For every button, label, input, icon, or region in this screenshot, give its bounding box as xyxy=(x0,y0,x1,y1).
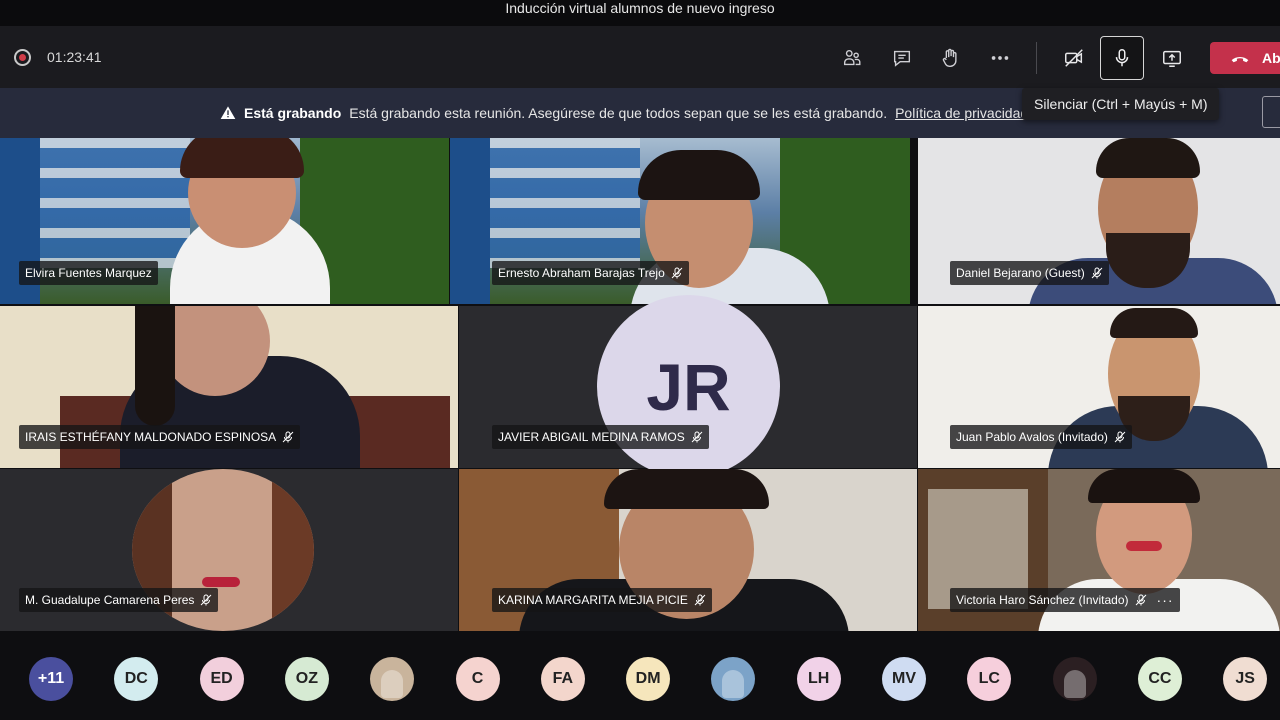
roster-avatar[interactable]: FA xyxy=(540,657,585,701)
avatar-photo-figure xyxy=(1063,670,1086,698)
video-tile[interactable]: KARINA MARGARITA MEJIA PICIE xyxy=(459,469,917,631)
chat-button[interactable] xyxy=(880,36,924,80)
person-hair xyxy=(135,306,175,426)
video-tile[interactable]: Juan Pablo Avalos (Invitado) xyxy=(918,306,1280,468)
person-hair xyxy=(638,150,760,200)
toolbar-divider xyxy=(1036,42,1037,74)
person-hair xyxy=(1110,308,1198,338)
participant-name: Daniel Bejarano (Guest) xyxy=(956,266,1085,280)
mic-off-icon xyxy=(671,267,683,279)
video-tile[interactable]: Ernesto Abraham Barajas Trejo xyxy=(450,138,910,304)
participant-roster: +11 DC ED OZ C FA DM LH MV LC CC JS xyxy=(0,631,1280,720)
roster-avatar[interactable]: LC xyxy=(967,657,1012,701)
mute-tooltip: Silenciar (Ctrl + Mayús + M) xyxy=(1022,88,1220,120)
participant-name-tag: Daniel Bejarano (Guest) xyxy=(950,261,1109,285)
hangup-icon xyxy=(1231,56,1249,63)
mic-off-icon xyxy=(691,431,703,443)
roster-avatar-photo[interactable] xyxy=(1052,657,1097,701)
video-tile[interactable]: M. Guadalupe Camarena Peres xyxy=(0,469,458,631)
participant-name: Juan Pablo Avalos (Invitado) xyxy=(956,430,1108,444)
participant-more-options[interactable]: ··· xyxy=(1157,588,1174,612)
roster-avatar[interactable]: +11 xyxy=(29,657,73,701)
person-hair xyxy=(1096,138,1200,178)
recording-icon xyxy=(14,49,31,66)
mic-off-icon xyxy=(1114,431,1126,443)
roster-avatar[interactable]: OZ xyxy=(284,657,329,701)
roster-avatar-photo[interactable] xyxy=(711,657,756,701)
participant-name-tag: JAVIER ABIGAIL MEDINA RAMOS xyxy=(492,425,709,449)
chat-icon xyxy=(893,50,911,67)
video-tile[interactable]: Daniel Bejarano (Guest) xyxy=(918,138,1280,304)
building-balconies xyxy=(40,138,190,268)
mic-off-icon xyxy=(1091,267,1103,279)
meeting-toolbar: 01:23:41 Ab xyxy=(0,26,1280,88)
video-tile[interactable]: JR JAVIER ABIGAIL MEDINA RAMOS xyxy=(459,295,917,478)
participant-name: Victoria Haro Sánchez (Invitado) xyxy=(956,593,1129,607)
recording-banner-title: Está grabando xyxy=(244,105,342,121)
participant-avatar: JR xyxy=(597,295,780,478)
video-tile[interactable]: IRAIS ESTHÉFANY MALDONADO ESPINOSA xyxy=(0,306,458,468)
participant-name: JAVIER ABIGAIL MEDINA RAMOS xyxy=(498,430,685,444)
hang-up-label: Ab xyxy=(1262,50,1280,66)
participant-name-tag: KARINA MARGARITA MEJIA PICIE xyxy=(492,588,712,612)
roster-avatar[interactable]: DM xyxy=(626,657,671,701)
window-title-bar: Inducción virtual alumnos de nuevo ingre… xyxy=(0,0,1280,26)
roster-avatar[interactable]: ED xyxy=(199,657,244,701)
participant-name: KARINA MARGARITA MEJIA PICIE xyxy=(498,593,688,607)
participant-name-tag: Elvira Fuentes Marquez xyxy=(19,261,158,285)
avatar-photo-figure xyxy=(381,670,404,698)
participant-name-tag: Ernesto Abraham Barajas Trejo xyxy=(492,261,689,285)
raise-hand-button[interactable] xyxy=(928,36,972,80)
window-title: Inducción virtual alumnos de nuevo ingre… xyxy=(505,0,775,16)
video-tile[interactable]: Elvira Fuentes Marquez xyxy=(0,138,449,304)
participants-button[interactable] xyxy=(830,36,874,80)
person-hair xyxy=(180,138,304,178)
person-lips xyxy=(1126,541,1162,551)
meeting-timer: 01:23:41 xyxy=(47,49,102,65)
share-screen-button[interactable] xyxy=(1150,36,1194,80)
hang-up-button[interactable]: Ab xyxy=(1210,42,1280,74)
camera-off-icon xyxy=(1065,49,1083,67)
participants-icon xyxy=(843,49,861,66)
participant-name-tag: M. Guadalupe Camarena Peres xyxy=(19,588,219,612)
roster-avatar[interactable]: DC xyxy=(114,657,159,701)
avatar-photo-figure xyxy=(722,670,745,698)
banner-dismiss-button[interactable] xyxy=(1262,96,1280,128)
recording-banner-text: Está grabando esta reunión. Asegúrese de… xyxy=(349,105,888,121)
participant-name-tag: Juan Pablo Avalos (Invitado) xyxy=(950,425,1132,449)
video-grid: Elvira Fuentes Marquez Ernesto Abraham B… xyxy=(0,138,1280,631)
building-wall xyxy=(450,138,490,304)
raise-hand-icon xyxy=(942,48,957,67)
participant-name: Elvira Fuentes Marquez xyxy=(25,266,152,280)
microphone-toggle-button[interactable] xyxy=(1100,36,1144,80)
roster-avatar[interactable]: MV xyxy=(882,657,926,701)
roster-avatar-photo[interactable] xyxy=(370,657,415,701)
building-balconies xyxy=(490,138,640,268)
video-tile[interactable]: Victoria Haro Sánchez (Invitado) ··· xyxy=(918,469,1280,631)
roster-avatar[interactable]: CC xyxy=(1137,657,1182,701)
participant-name-tag: IRAIS ESTHÉFANY MALDONADO ESPINOSA xyxy=(19,425,301,449)
person-hair xyxy=(1088,469,1200,503)
mic-off-icon xyxy=(1135,594,1146,606)
share-screen-icon xyxy=(1163,50,1181,67)
roster-avatar[interactable]: C xyxy=(455,657,500,701)
camera-toggle-button[interactable] xyxy=(1052,36,1096,80)
participant-name: Ernesto Abraham Barajas Trejo xyxy=(498,266,665,280)
mic-off-icon xyxy=(201,594,212,606)
person-hair xyxy=(604,469,769,509)
privacy-policy-link[interactable]: Política de privacidad xyxy=(895,105,1028,121)
more-actions-button[interactable] xyxy=(978,36,1022,80)
warning-icon xyxy=(220,106,236,119)
participant-name: M. Guadalupe Camarena Peres xyxy=(25,593,195,607)
microphone-icon xyxy=(1115,49,1129,67)
more-icon xyxy=(991,56,1009,60)
roster-avatar[interactable]: LH xyxy=(796,657,841,701)
participant-name-tag: Victoria Haro Sánchez (Invitado) ··· xyxy=(950,588,1180,612)
mic-off-icon xyxy=(694,594,706,606)
roster-avatar[interactable]: JS xyxy=(1223,657,1268,701)
mic-off-icon xyxy=(282,431,294,443)
participant-name: IRAIS ESTHÉFANY MALDONADO ESPINOSA xyxy=(25,430,277,444)
